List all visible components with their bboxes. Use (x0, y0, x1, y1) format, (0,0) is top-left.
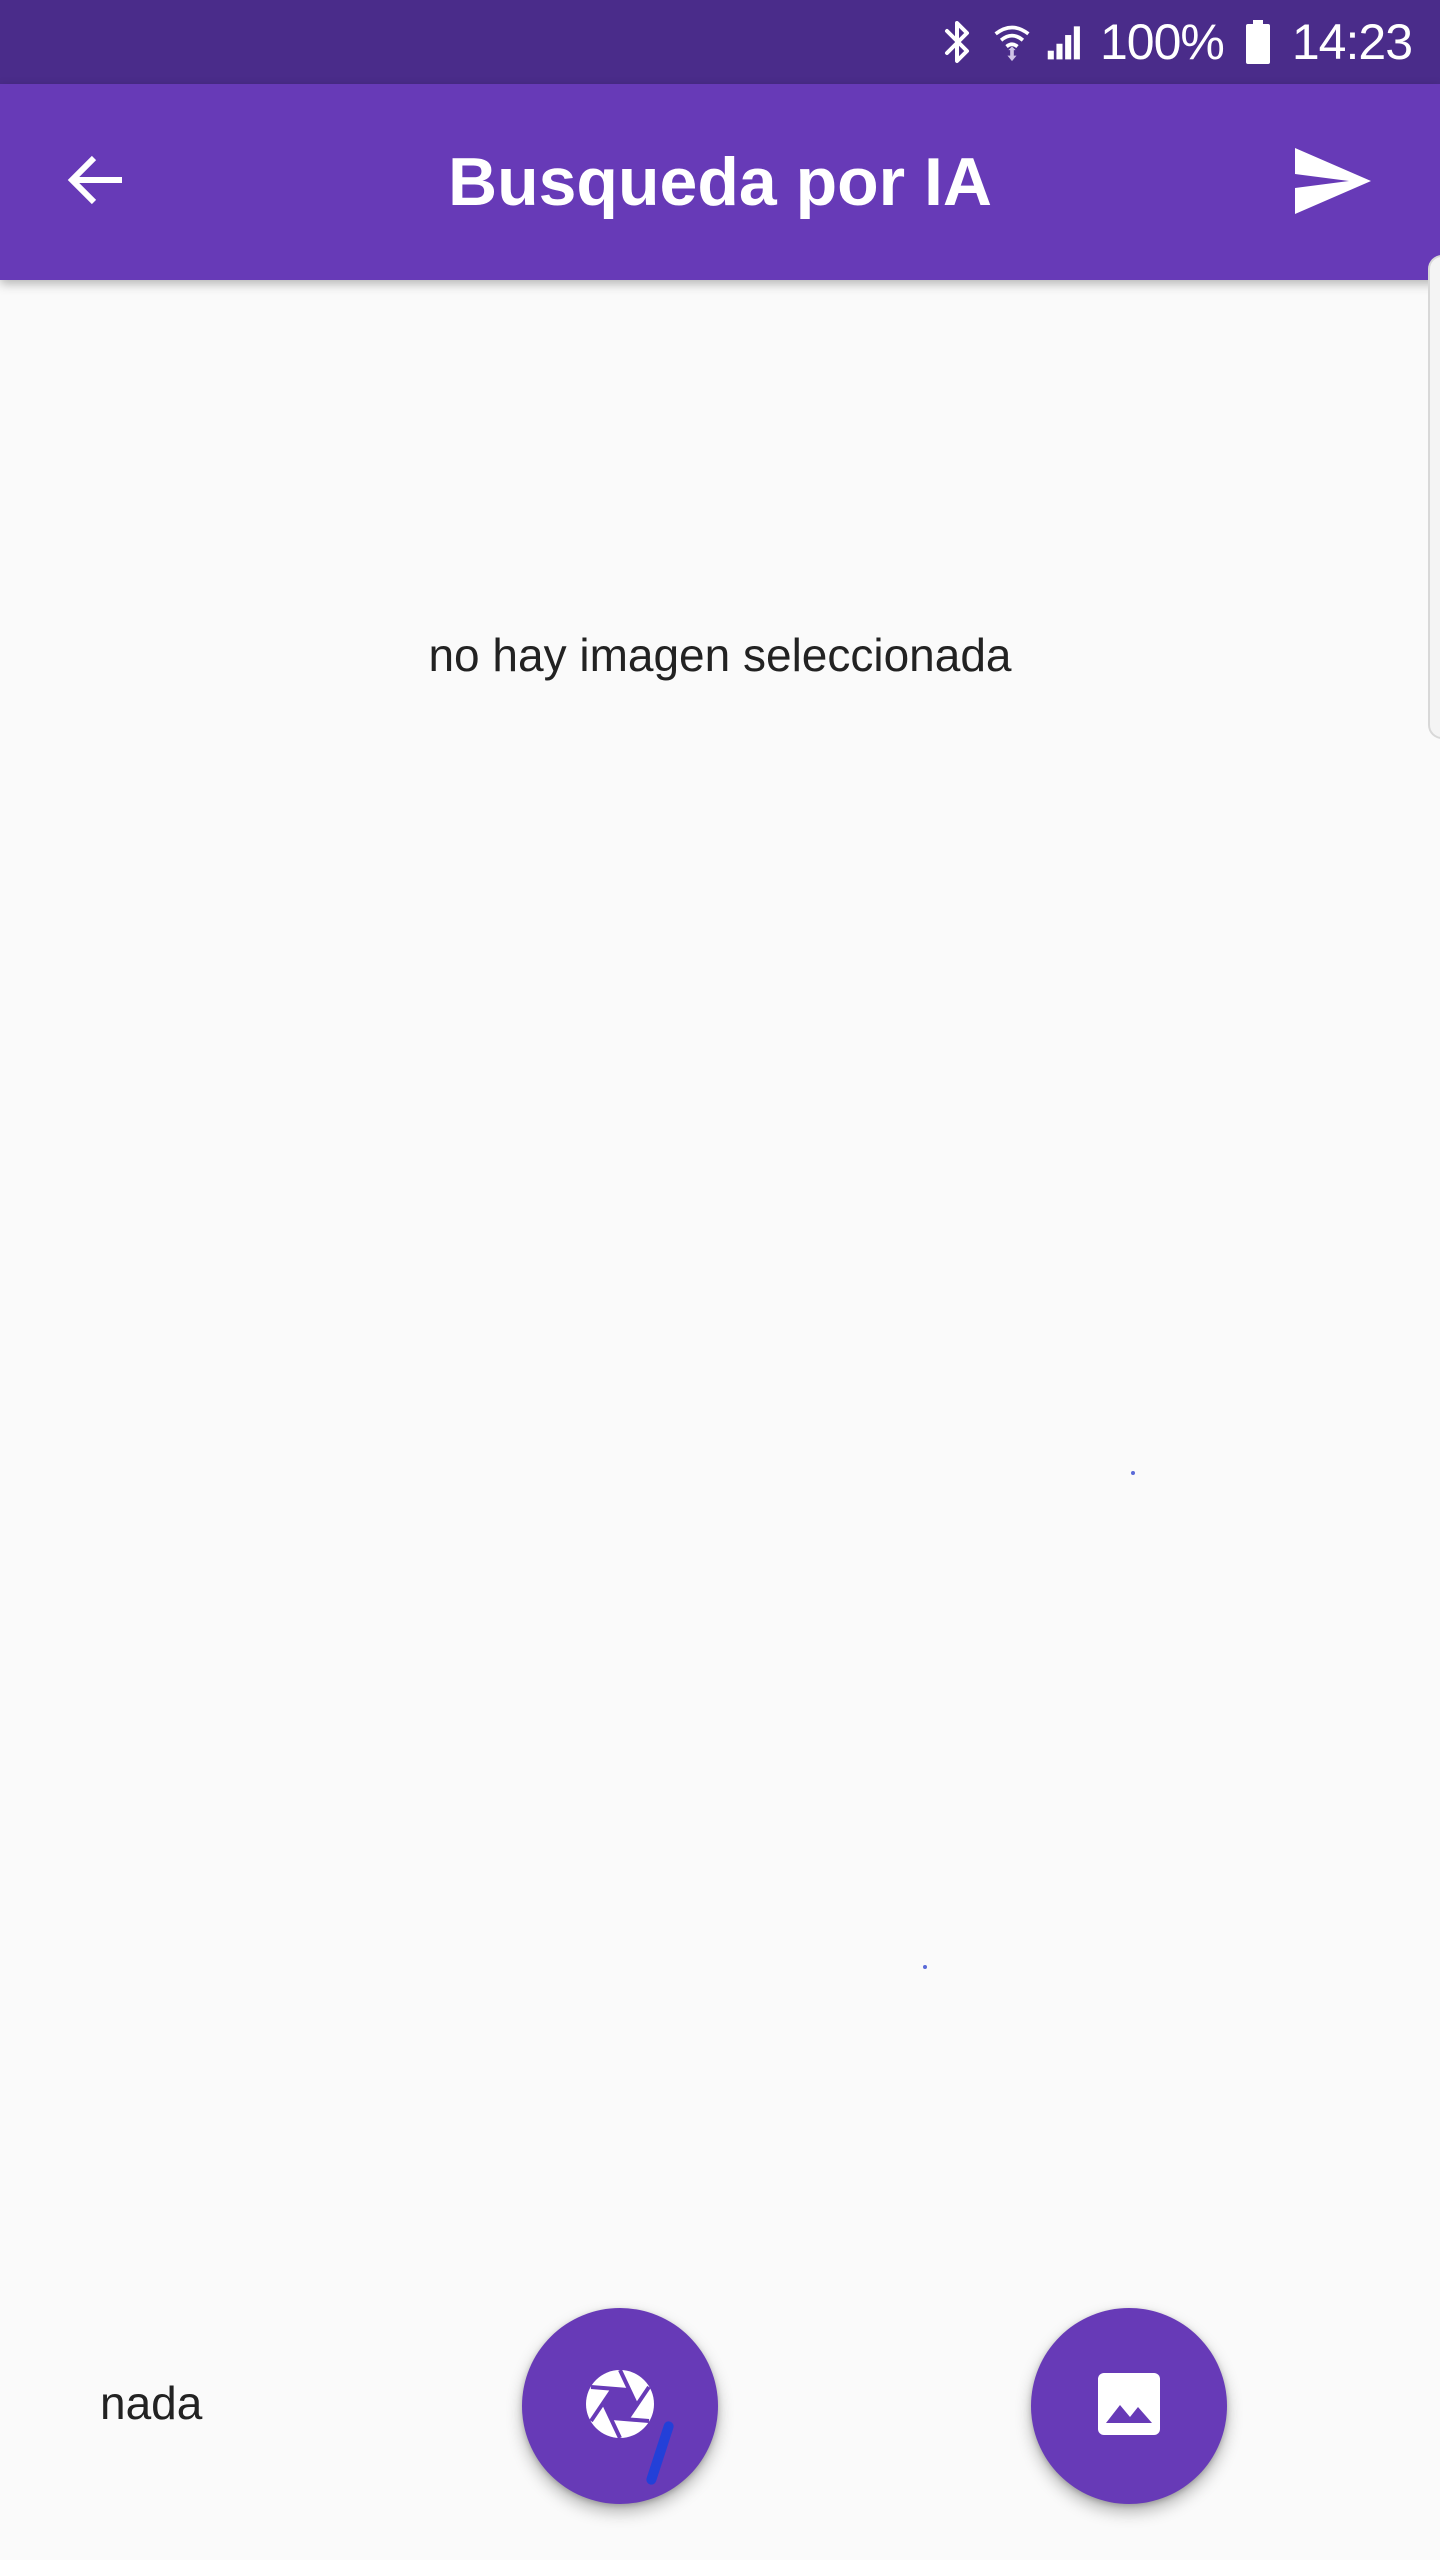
image-icon (1096, 2371, 1162, 2442)
result-text: nada (100, 2377, 203, 2429)
screen: 100% 14:23 Busqueda por IA no hay imagen… (0, 0, 1440, 2560)
signal-icon (1046, 18, 1086, 66)
stray-dot (1131, 1471, 1135, 1475)
battery-percent: 100% (1099, 14, 1225, 70)
camera-iris-icon (582, 2366, 658, 2447)
status-icons: 100% 14:23 (938, 0, 1413, 84)
no-image-text: no hay imagen seleccionada (428, 629, 1012, 681)
app-bar: Busqueda por IA (0, 84, 1440, 280)
wifi-icon (992, 18, 1032, 66)
page-title: Busqueda por IA (447, 144, 993, 220)
edge-panel-handle[interactable] (1428, 255, 1440, 739)
battery-icon (1238, 18, 1278, 66)
camera-button[interactable] (522, 2308, 718, 2504)
status-bar: 100% 14:23 (0, 0, 1440, 84)
gallery-button[interactable] (1031, 2308, 1227, 2504)
status-time: 14:23 (1291, 14, 1413, 70)
send-button[interactable] (1278, 128, 1388, 238)
bluetooth-icon (938, 18, 978, 66)
stray-dot (923, 1965, 927, 1969)
send-icon (1293, 146, 1373, 221)
